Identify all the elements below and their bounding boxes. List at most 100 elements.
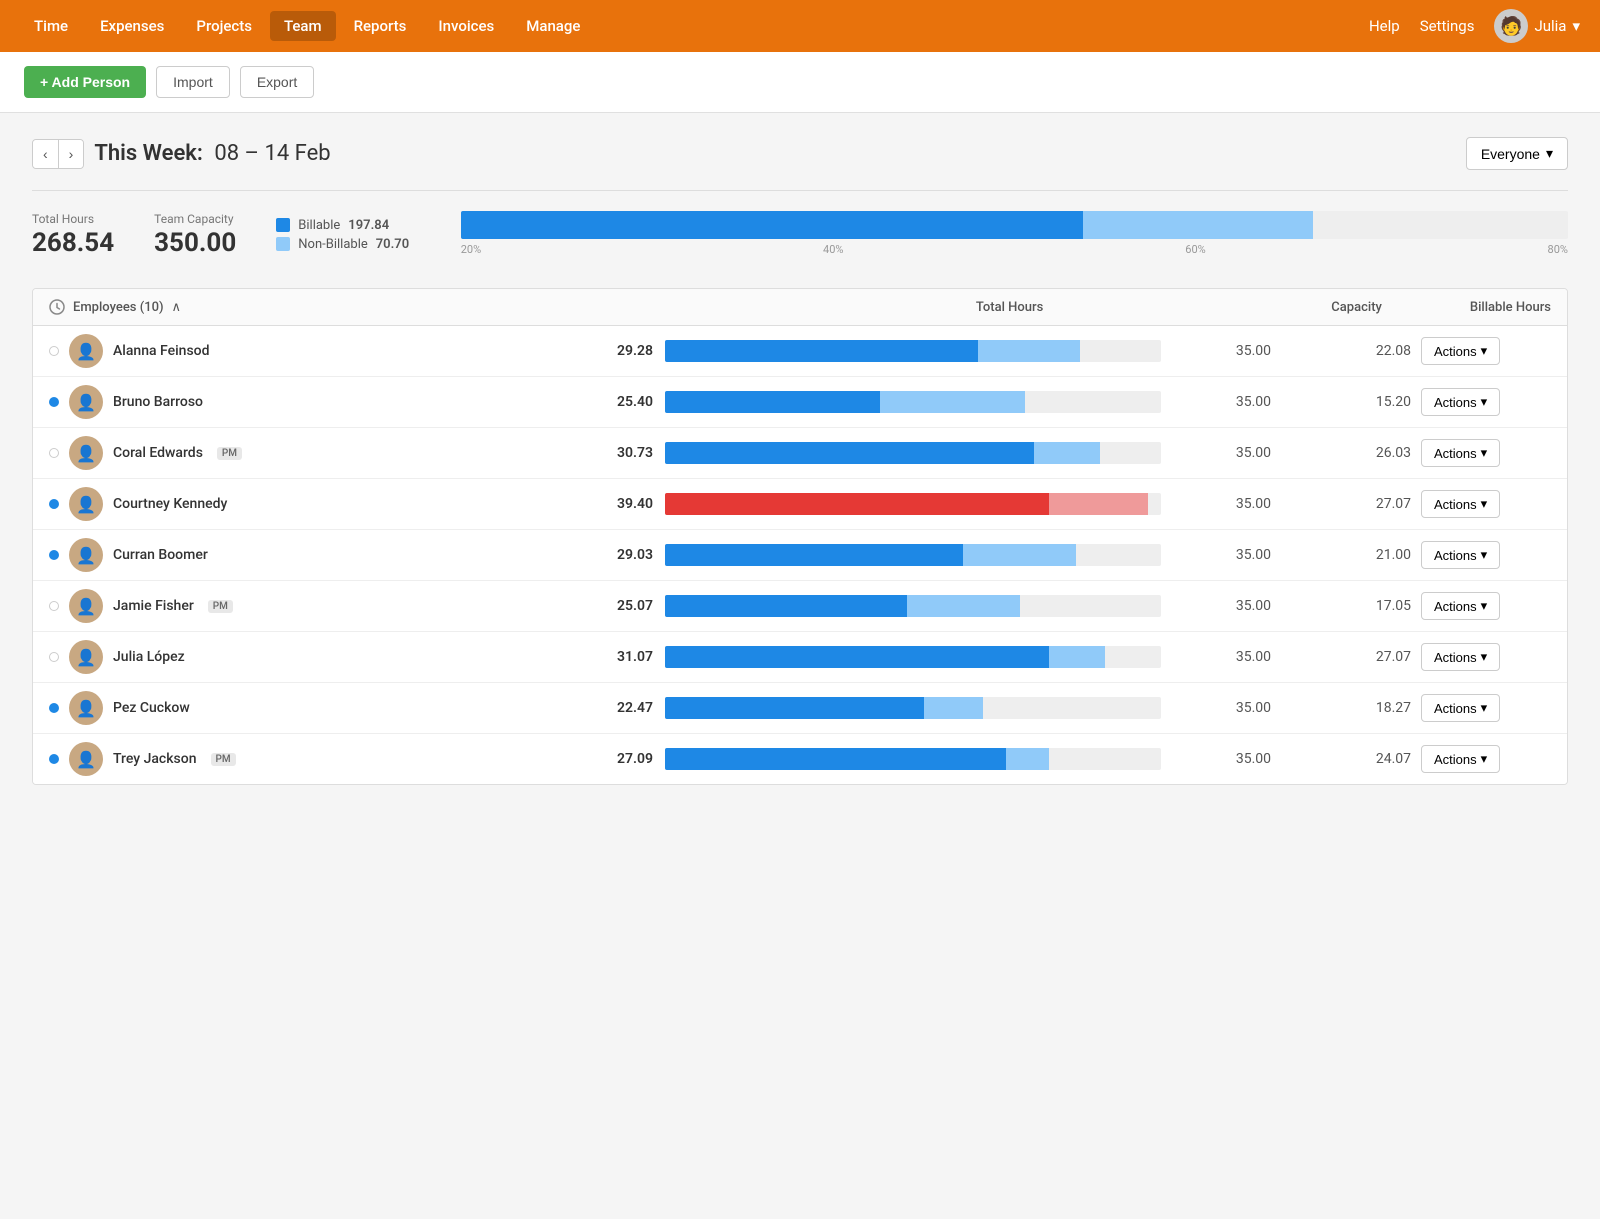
actions-button[interactable]: Actions ▾: [1421, 439, 1500, 467]
avatar: 👤: [69, 640, 103, 674]
actions-cell: Actions ▾: [1421, 490, 1551, 518]
avatar: 👤: [69, 436, 103, 470]
employee-name: Julia López: [113, 649, 185, 665]
actions-button[interactable]: Actions ▾: [1421, 745, 1500, 773]
mini-bar-track: [665, 697, 1161, 719]
nav-item-team[interactable]: Team: [270, 11, 336, 41]
nav-help[interactable]: Help: [1369, 17, 1400, 35]
actions-cell: Actions ▾: [1421, 337, 1551, 365]
actions-label: Actions: [1434, 446, 1477, 461]
actions-button[interactable]: Actions ▾: [1421, 337, 1500, 365]
bar-cell: [665, 442, 1161, 464]
table-row: 👤 Curran Boomer 29.03 35.00 21.00 Action…: [33, 530, 1567, 581]
avatar: 👤: [69, 385, 103, 419]
pm-badge: PM: [211, 753, 236, 766]
table-row: 👤 Julia López 31.07 35.00 27.07 Actions …: [33, 632, 1567, 683]
nav-item-projects[interactable]: Projects: [182, 11, 266, 41]
bar-cell: [665, 391, 1161, 413]
chevron-down-icon: ▾: [1481, 547, 1488, 563]
chevron-down-icon: ▾: [1481, 700, 1488, 716]
nav-item-manage[interactable]: Manage: [512, 11, 594, 41]
billable-hours-col-header: Billable Hours: [1470, 300, 1551, 315]
employee-name: Courtney Kennedy: [113, 496, 227, 512]
mini-bar-track: [665, 544, 1161, 566]
bar-cell: [665, 544, 1161, 566]
nav-settings[interactable]: Settings: [1420, 17, 1475, 35]
toolbar: + Add Person Import Export: [0, 52, 1600, 113]
employee-name: Curran Boomer: [113, 547, 208, 563]
capacity-cell: 35.00: [1161, 700, 1281, 716]
actions-button[interactable]: Actions ▾: [1421, 541, 1500, 569]
avatar: 👤: [69, 487, 103, 521]
nav-item-invoices[interactable]: Invoices: [424, 11, 508, 41]
actions-label: Actions: [1434, 344, 1477, 359]
avatar: 👤: [69, 334, 103, 368]
bar-cell: [665, 697, 1161, 719]
nav-chevron-icon: ▾: [1572, 17, 1580, 35]
actions-button[interactable]: Actions ▾: [1421, 694, 1500, 722]
employee-name: Trey Jackson: [113, 751, 197, 767]
nav-user[interactable]: 🧑 Julia ▾: [1494, 9, 1580, 43]
actions-cell: Actions ▾: [1421, 643, 1551, 671]
status-dot: [49, 601, 59, 611]
capacity-cell: 35.00: [1161, 649, 1281, 665]
main-content: ‹ › This Week: 08 – 14 Feb Everyone ▾ To…: [0, 113, 1600, 809]
week-title-label: This Week:: [94, 141, 203, 166]
employee-cell: 👤 Trey Jackson PM: [49, 742, 545, 776]
status-dot: [49, 346, 59, 356]
employee-cell: 👤 Pez Cuckow: [49, 691, 545, 725]
non-billable-legend-item: Non-Billable 70.70: [276, 237, 420, 252]
billable-hours-cell: 27.07: [1281, 649, 1421, 665]
nav-item-time[interactable]: Time: [20, 11, 82, 41]
status-dot: [49, 397, 59, 407]
chevron-down-icon: ▾: [1481, 598, 1488, 614]
employee-cell: 👤 Courtney Kennedy: [49, 487, 545, 521]
nav-item-expenses[interactable]: Expenses: [86, 11, 178, 41]
billable-legend-value: 197.84: [348, 218, 393, 233]
mini-bar-track: [665, 340, 1161, 362]
prev-week-button[interactable]: ‹: [33, 140, 59, 168]
mini-bar-track: [665, 646, 1161, 668]
billable-legend-label: Billable: [298, 218, 340, 233]
section-header[interactable]: Employees (10) ∧ Total Hours Capacity Bi…: [33, 289, 1567, 326]
team-capacity-value: 350.00: [154, 228, 236, 258]
billable-hours-cell: 21.00: [1281, 547, 1421, 563]
nav-item-reports[interactable]: Reports: [340, 11, 421, 41]
collapse-icon: ∧: [172, 300, 182, 315]
summary-bar-billable: [461, 211, 1083, 239]
actions-cell: Actions ▾: [1421, 694, 1551, 722]
billable-hours-cell: 24.07: [1281, 751, 1421, 767]
export-button[interactable]: Export: [240, 66, 314, 98]
total-hours-label: Total Hours: [32, 212, 114, 226]
employee-name: Pez Cuckow: [113, 700, 190, 716]
capacity-cell: 35.00: [1161, 598, 1281, 614]
mini-bar-track: [665, 442, 1161, 464]
actions-cell: Actions ▾: [1421, 541, 1551, 569]
employee-cell: 👤 Curran Boomer: [49, 538, 545, 572]
actions-button[interactable]: Actions ▾: [1421, 388, 1500, 416]
section-employees-label: Employees (10): [73, 300, 164, 315]
total-hours-cell: 29.03: [545, 547, 665, 563]
capacity-col-header: Capacity: [1331, 300, 1382, 315]
actions-button[interactable]: Actions ▾: [1421, 592, 1500, 620]
import-button[interactable]: Import: [156, 66, 230, 98]
actions-label: Actions: [1434, 752, 1477, 767]
add-person-button[interactable]: + Add Person: [24, 66, 146, 98]
week-nav: ‹ › This Week: 08 – 14 Feb Everyone ▾: [32, 137, 1568, 170]
actions-button[interactable]: Actions ▾: [1421, 643, 1500, 671]
table-row: 👤 Jamie Fisher PM 25.07 35.00 17.05 Acti…: [33, 581, 1567, 632]
actions-button[interactable]: Actions ▾: [1421, 490, 1500, 518]
employee-cell: 👤 Jamie Fisher PM: [49, 589, 545, 623]
bar-cell: [665, 646, 1161, 668]
mini-bar-track: [665, 493, 1161, 515]
non-billable-legend-label: Non-Billable: [298, 237, 367, 252]
status-dot: [49, 703, 59, 713]
billable-color-swatch: [276, 218, 290, 232]
next-week-button[interactable]: ›: [59, 140, 84, 168]
actions-label: Actions: [1434, 548, 1477, 563]
everyone-filter-button[interactable]: Everyone ▾: [1466, 137, 1568, 170]
nav-items: Time Expenses Projects Team Reports Invo…: [20, 11, 1369, 41]
non-billable-legend-value: 70.70: [376, 237, 421, 252]
mini-bar-track: [665, 748, 1161, 770]
pm-badge: PM: [208, 600, 233, 613]
